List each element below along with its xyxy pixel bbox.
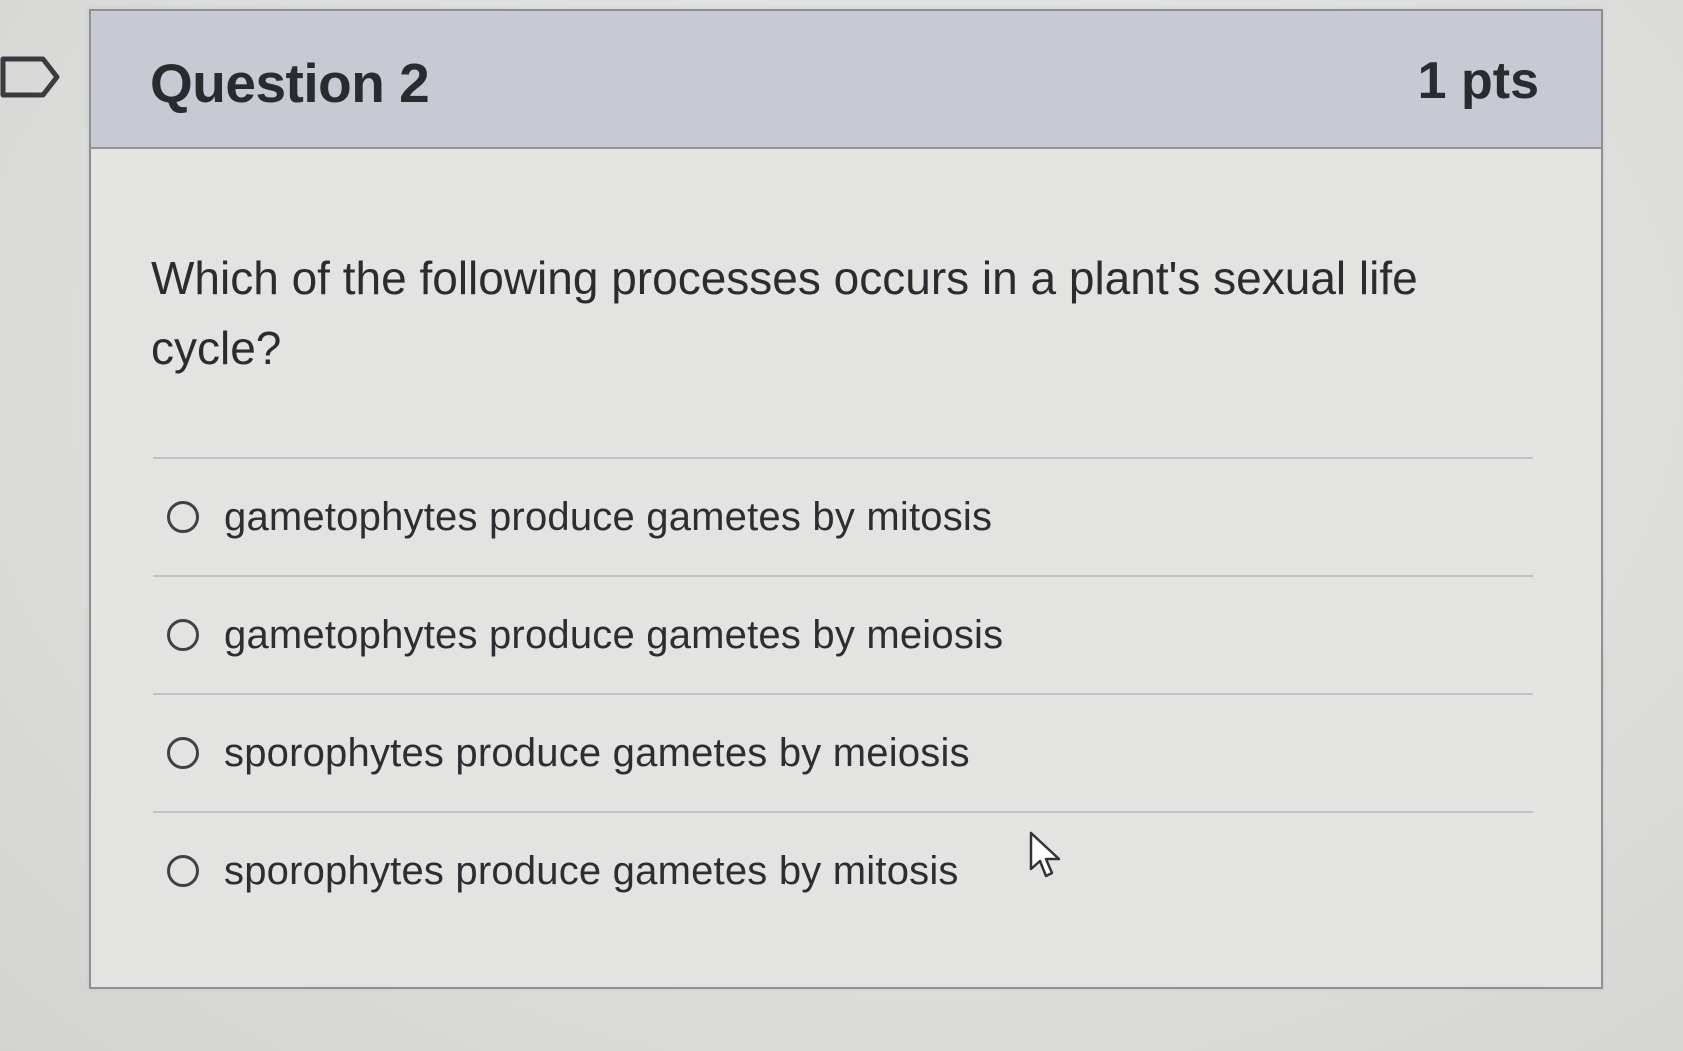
answer-option-1[interactable]: gametophytes produce gametes by mitosis	[153, 459, 1533, 575]
question-card: Question 2 1 pts Which of the following …	[89, 9, 1603, 989]
answer-option-2[interactable]: gametophytes produce gametes by meiosis	[153, 577, 1533, 693]
answer-option-3[interactable]: sporophytes produce gametes by meiosis	[153, 695, 1533, 811]
radio-button-icon[interactable]	[167, 855, 199, 887]
question-points: 1 pts	[1417, 52, 1539, 110]
answer-label[interactable]: gametophytes produce gametes by mitosis	[224, 495, 992, 540]
answer-label[interactable]: sporophytes produce gametes by mitosis	[224, 849, 959, 894]
radio-button-icon[interactable]	[167, 501, 199, 533]
question-header: Question 2 1 pts	[91, 11, 1601, 149]
question-title: Question 2	[150, 52, 430, 114]
answer-label[interactable]: gametophytes produce gametes by meiosis	[224, 613, 1003, 658]
answer-label[interactable]: sporophytes produce gametes by meiosis	[224, 731, 970, 776]
radio-button-icon[interactable]	[167, 619, 199, 651]
question-prompt: Which of the following processes occurs …	[151, 252, 1418, 374]
mouse-pointer-icon	[1028, 831, 1062, 879]
answer-option-4[interactable]: sporophytes produce gametes by mitosis	[153, 813, 1533, 929]
radio-button-icon[interactable]	[167, 737, 199, 769]
flag-question-icon[interactable]	[0, 56, 60, 98]
answer-list: gametophytes produce gametes by mitosis …	[153, 457, 1533, 929]
quiz-page: Question 2 1 pts Which of the following …	[0, 0, 1683, 1051]
